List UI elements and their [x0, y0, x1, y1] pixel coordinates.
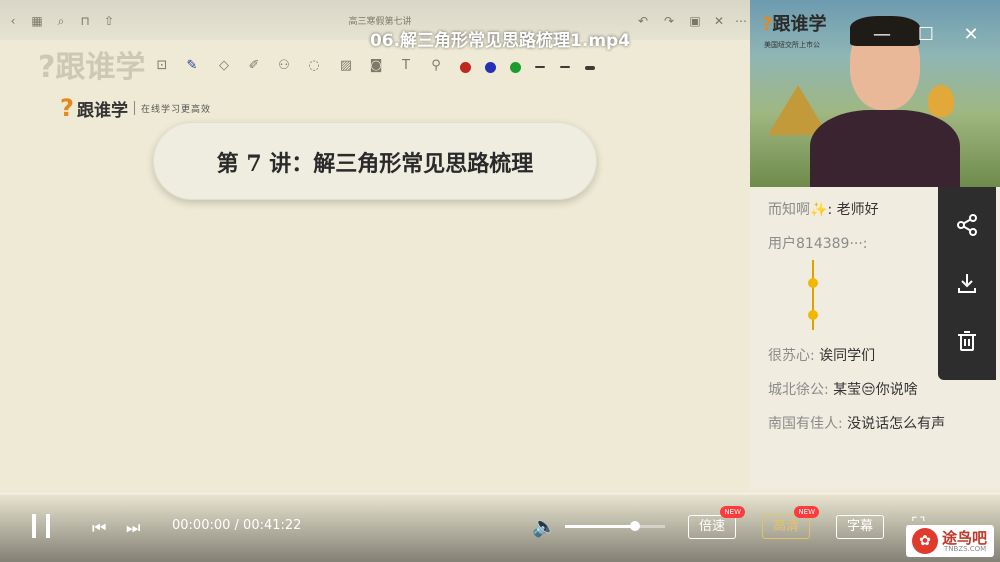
lecture-title-card: 第 7 讲：解三角形常见思路梳理 [153, 122, 597, 200]
chat-text: 诶同学们 [819, 348, 876, 364]
search-icon: ⌕ [57, 14, 65, 28]
image-icon: ▨ [339, 58, 353, 73]
close-window-button[interactable]: ✕ [962, 26, 980, 44]
chat-user: 用户814389···: [768, 236, 868, 252]
chat-sticker [806, 260, 820, 330]
chat-user: 南国有佳人: [768, 416, 843, 432]
site-logo-icon: ✿ [912, 528, 938, 554]
stroke-medium [560, 66, 570, 68]
play-pause-button[interactable] [30, 514, 54, 538]
more-icon: ⋯ [735, 14, 747, 28]
shapes-icon: ⚇ [278, 58, 290, 73]
chat-user: 而知啊 [768, 202, 810, 218]
pen-color-green [510, 62, 521, 73]
quality-label: 高清 [773, 519, 800, 534]
camera-brand-logo: ?跟谁学 [762, 14, 827, 35]
chat-message: 南国有佳人: 没说话怎么有声 [768, 414, 953, 434]
download-icon[interactable] [938, 263, 996, 303]
pen-color-red [460, 62, 471, 73]
back-icon: ‹ [10, 14, 16, 28]
new-badge: NEW [794, 506, 820, 518]
progress-bar[interactable] [0, 492, 1000, 495]
volume-level [565, 525, 635, 528]
camera-brand-subtitle: 美国纽交所上市公 [764, 41, 820, 49]
slide-brand: ? 跟谁学 在线学习更高效 [60, 95, 211, 121]
lecture-title: 第 7 讲：解三角形常见思路梳理 [216, 151, 534, 177]
teacher-figure [810, 16, 960, 187]
chat-message: 而知啊✨: 老师好 [768, 202, 879, 218]
stroke-thick [585, 66, 595, 70]
brand-divider [134, 101, 135, 115]
brand-name: 跟谁学 [77, 100, 128, 121]
previous-button[interactable]: ⏮ [92, 518, 106, 538]
chat-text: 没说话怎么有声 [847, 416, 946, 432]
pen-color-blue [485, 62, 496, 73]
eraser-icon: ◇ [219, 58, 229, 73]
time-display: 00:00:00 / 00:41:22 [172, 518, 302, 533]
chat-text: 老师好 [836, 202, 879, 218]
current-time: 00:00:00 [172, 518, 231, 533]
chat-text: 某莹😒你说啥 [833, 382, 918, 398]
speed-button[interactable]: 倍速 NEW [688, 506, 746, 539]
video-frame[interactable]: ‹ ▦ ⌕ ⊓ ⇧ 高三寒假第七讲 ↶ ↷ ▣ ✕ ⋯ 06.解三角形常见思路梳… [0, 0, 1000, 562]
chat-user: 很苏心: [768, 348, 815, 364]
chat-user: 城北徐公: [768, 382, 829, 398]
chat-list: 而知啊✨: 老师好 用户814389···: 很苏心: 诶同学们 城北徐公: 某… [768, 200, 953, 448]
subtitle-label: 字幕 [847, 519, 874, 534]
pen-icon: ✎ [186, 58, 198, 73]
action-sheet [938, 187, 996, 380]
volume-knob[interactable] [630, 521, 640, 531]
watermark-logo: ?跟谁学 [38, 50, 146, 85]
quality-button[interactable]: 高清 NEW [762, 506, 820, 539]
frame-icon: ⊡ [156, 58, 168, 73]
volume-slider[interactable] [565, 521, 665, 531]
site-watermark: ✿ 途鸟吧 TNBZS.COM [906, 525, 994, 557]
minimize-button[interactable]: — [873, 26, 891, 44]
video-title: 06.解三角形常见思路梳理1.mp4 [369, 31, 631, 51]
bookmark-icon: ⊓ [80, 14, 90, 28]
camera-icon: ◙ [369, 58, 383, 73]
new-badge: NEW [720, 506, 746, 518]
text-icon: T [402, 58, 410, 73]
chat-message: 城北徐公: 某莹😒你说啥 [768, 380, 953, 400]
brand-slogan: 在线学习更高效 [141, 104, 212, 115]
drawing-toolbar: ⊡ ✎ ◇ ✐ ⚇ ◌ ▨ ◙ T ⚲ [150, 55, 610, 79]
chat-message: 很苏心: 诶同学们 [768, 346, 953, 366]
chat-message: 用户814389···: [768, 234, 953, 254]
site-domain: TNBZS.COM [944, 545, 987, 553]
export-icon: ⇧ [103, 14, 115, 28]
grid-icon: ▦ [31, 14, 43, 28]
close-icon: ✕ [713, 14, 725, 28]
lasso-icon: ◌ [308, 58, 320, 73]
maximize-button[interactable]: ☐ [917, 26, 935, 44]
share-icon[interactable] [938, 205, 996, 245]
trash-icon[interactable] [938, 321, 996, 361]
chat-emoji: ✨ [810, 202, 828, 218]
speed-label: 倍速 [699, 519, 726, 534]
highlighter-icon: ✐ [248, 58, 260, 73]
duration: 00:41:22 [243, 518, 302, 533]
brand-question-icon: ? [60, 94, 74, 122]
subtitle-button[interactable]: 字幕 [836, 515, 885, 539]
next-button[interactable]: ⏭ [126, 518, 140, 538]
brush-icon: ⚲ [431, 58, 441, 73]
volume-icon[interactable]: 🔈 [532, 514, 557, 538]
stroke-thin [535, 66, 545, 68]
